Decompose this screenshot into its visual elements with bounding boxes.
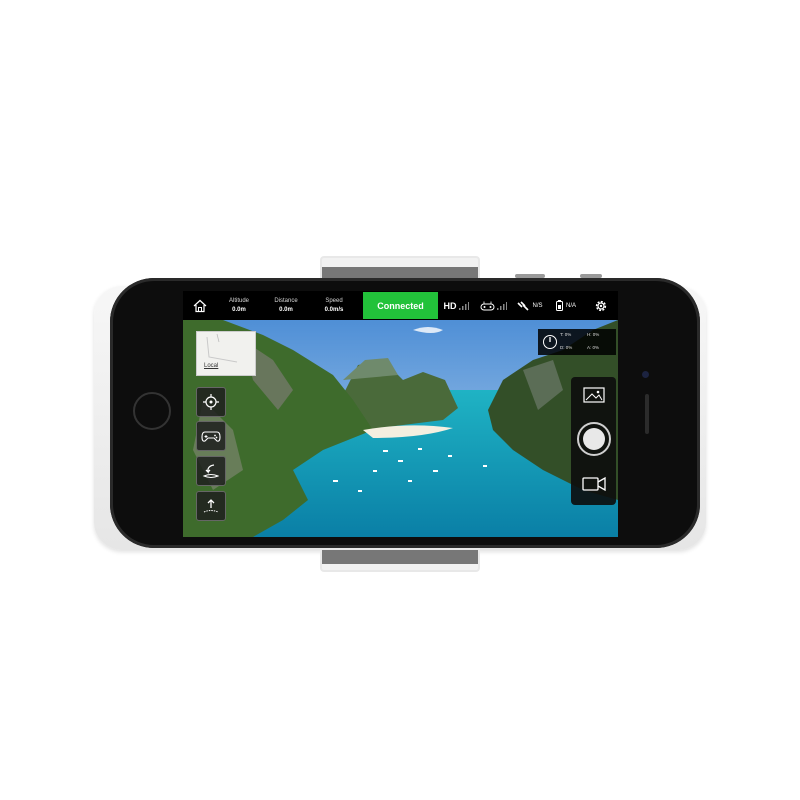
video-record-button[interactable] [571,471,616,497]
telemetry-t: T: 0% [560,332,572,337]
battery-status-text: N/A [565,302,576,309]
camera-control-panel [571,377,616,505]
satellite-icon [517,300,530,311]
video-signal-indicator: HD [441,291,471,320]
phone-speaker [645,394,649,434]
phone-home-button[interactable] [133,392,171,430]
gallery-button[interactable] [571,383,616,407]
gamepad-icon [201,431,221,442]
compass-icon [543,335,557,349]
takeoff-icon [203,499,219,513]
speed-value: 0.0m/s [324,307,344,313]
phone-power-button [580,274,602,278]
video-camera-icon [581,476,606,492]
return-home-button[interactable] [196,456,226,486]
gallery-icon [582,387,605,403]
gps-indicator: N/S [513,291,547,320]
telemetry-d: D: 0% [560,345,573,350]
connection-status-badge: Connected [363,292,438,319]
home-button[interactable] [185,291,215,320]
locate-target-icon [203,394,219,410]
shutter-icon [576,422,611,456]
holder-bottom-clamp [320,548,480,572]
return-home-icon [202,464,220,478]
home-icon [193,299,207,312]
controller-signal-indicator [476,291,510,320]
altitude-label: Altitude [228,298,249,304]
battery-icon [555,300,563,311]
takeoff-button[interactable] [196,491,226,521]
gamepad-mode-button[interactable] [196,421,226,451]
distance-value: 0.0m [279,307,293,313]
map-local-label: Local [204,363,219,369]
altitude-readout: Altitude 0.0m [218,291,260,320]
drone-app-screen: Altitude 0.0m Distance 0.0m Speed 0.0m/s… [183,291,618,537]
attitude-telemetry-panel: T: 0% H: 0% D: 0% A: 0% [538,329,616,355]
telemetry-a: A: 0% [587,345,600,350]
altitude-value: 0.0m [232,307,246,313]
minimap[interactable]: Local [196,331,256,376]
map-roads [206,333,238,363]
video-quality-label: HD [443,300,457,311]
locate-button[interactable] [196,387,226,417]
gps-status-text: N/S [532,302,543,309]
status-bar: Altitude 0.0m Distance 0.0m Speed 0.0m/s… [183,291,618,320]
gear-icon [595,300,607,311]
phone-volume-button [515,274,545,278]
telemetry-h: H: 0% [587,332,600,337]
distance-label: Distance [274,298,298,304]
signal-bars-icon [458,301,469,310]
remote-controller-icon [480,301,494,310]
signal-bars-icon [496,301,507,310]
settings-button[interactable] [587,291,615,320]
speed-readout: Speed 0.0m/s [313,291,355,320]
phone-front-camera [642,371,649,378]
battery-indicator: N/A [550,291,582,320]
distance-readout: Distance 0.0m [265,291,307,320]
speed-label: Speed [325,298,343,304]
shutter-button[interactable] [571,419,616,459]
